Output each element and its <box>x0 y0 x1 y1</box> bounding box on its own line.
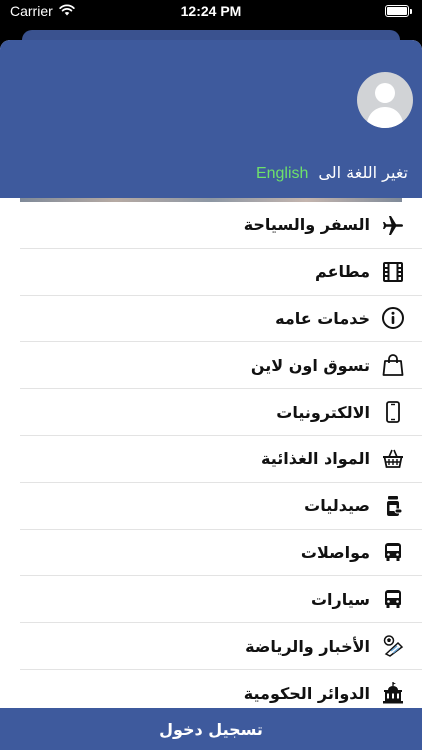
menu-item-groceries[interactable]: المواد الغذائية <box>20 436 422 483</box>
government-building-icon <box>380 680 406 706</box>
english-language-link[interactable]: English <box>256 165 308 183</box>
menu-item-label: سيارات <box>310 589 370 609</box>
menu-item-label: الالكترونيات <box>276 402 370 422</box>
menu-item-electronics[interactable]: الالكترونيات <box>20 389 422 436</box>
menu-item-pharmacies[interactable]: صيدليات <box>20 483 422 530</box>
menu-item-restaurants[interactable]: مطاعم <box>20 249 422 296</box>
status-bar: Carrier 12:24 PM <box>0 0 422 22</box>
language-switch-row: تغير اللغة الى English <box>256 163 408 183</box>
menu-item-news-sports[interactable]: الأخبار والرياضة <box>20 623 422 670</box>
shopping-bag-icon <box>380 352 406 378</box>
status-time: 12:24 PM <box>180 3 242 19</box>
info-icon <box>380 305 406 331</box>
phone-icon <box>380 399 406 425</box>
menu-item-label: خدمات عامه <box>275 308 370 328</box>
category-menu: السفر والسياحة مطاعم خدمات عامه تسوق اون… <box>20 202 422 717</box>
basket-icon <box>380 446 406 472</box>
menu-item-label: مواصلات <box>300 542 370 562</box>
menu-header: تغير اللغة الى English <box>0 40 422 198</box>
menu-item-general-services[interactable]: خدمات عامه <box>20 296 422 343</box>
menu-item-label: مطاعم <box>315 262 370 282</box>
airplane-icon <box>380 212 406 238</box>
login-button[interactable]: تسجيل دخول <box>0 708 422 750</box>
news-sports-icon <box>380 633 406 659</box>
film-icon <box>380 259 406 285</box>
menu-item-label: الأخبار والرياضة <box>245 636 370 656</box>
side-menu-sheet: تغير اللغة الى English السفر والسياحة مط… <box>0 40 422 750</box>
bus-icon <box>380 586 406 612</box>
menu-item-travel[interactable]: السفر والسياحة <box>20 202 422 249</box>
menu-item-label: السفر والسياحة <box>243 215 370 235</box>
menu-item-label: الدوائر الحكومية <box>243 683 370 703</box>
language-switch-label: تغير اللغة الى <box>318 163 408 182</box>
menu-item-transport[interactable]: مواصلات <box>20 530 422 577</box>
bus-icon <box>380 539 406 565</box>
avatar[interactable] <box>357 72 413 128</box>
pill-bottle-icon <box>380 493 406 519</box>
menu-item-cars[interactable]: سيارات <box>20 576 422 624</box>
menu-item-label: صيدليات <box>304 496 370 516</box>
menu-item-online-shopping[interactable]: تسوق اون لاين <box>20 342 422 390</box>
menu-item-label: المواد الغذائية <box>260 449 370 469</box>
user-placeholder-icon <box>366 83 404 128</box>
menu-item-label: تسوق اون لاين <box>250 355 370 375</box>
